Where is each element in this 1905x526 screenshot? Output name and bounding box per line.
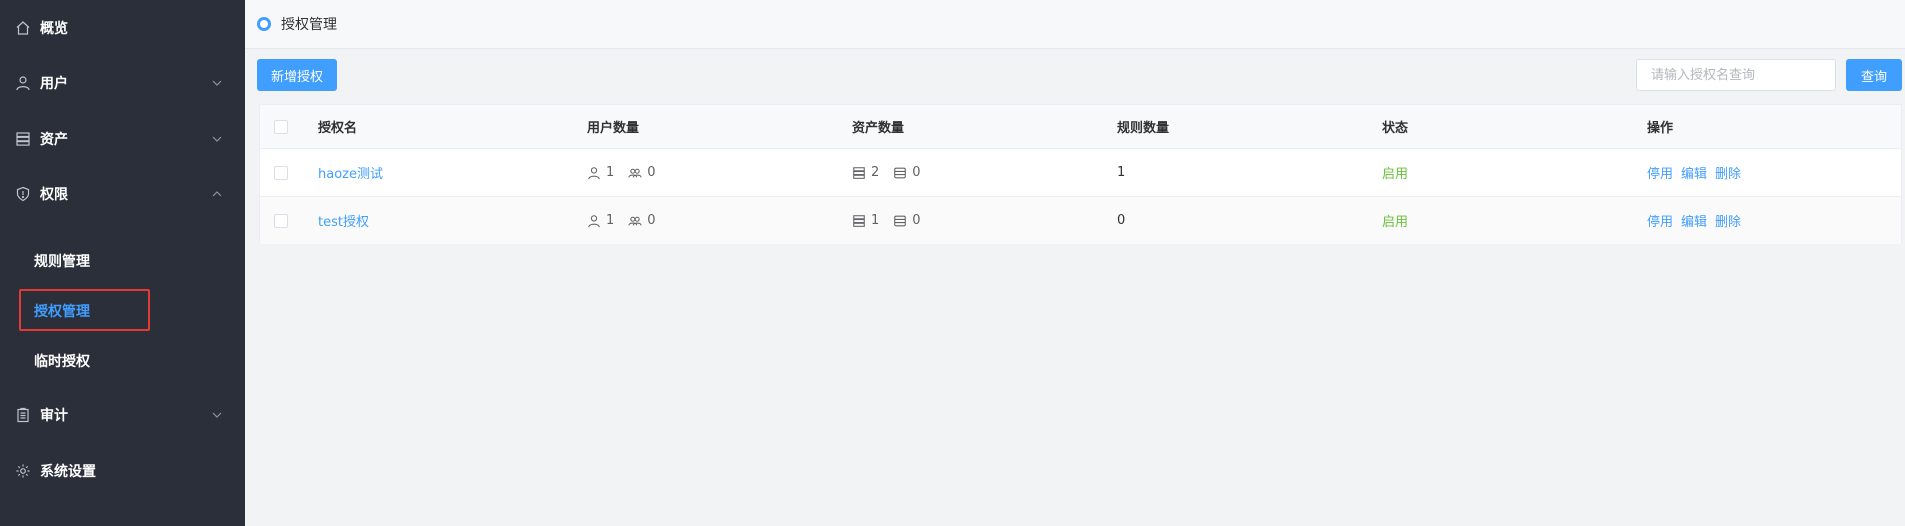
asset-count: 1 — [852, 213, 879, 228]
row-checkbox[interactable] — [274, 165, 288, 180]
gear-icon — [15, 463, 31, 479]
submenu-item-label: 临时授权 — [34, 354, 90, 370]
edit-button[interactable]: 编辑 — [1681, 211, 1707, 230]
page-title: 授权管理 — [281, 17, 337, 33]
disable-button[interactable]: 停用 — [1647, 163, 1673, 182]
user-count-value: 1 — [606, 165, 615, 180]
query-button[interactable]: 查询 — [1846, 59, 1902, 91]
sidebar-item-permissions[interactable]: 权限 — [0, 166, 245, 222]
edit-button[interactable]: 编辑 — [1681, 163, 1707, 182]
user-group-icon — [628, 216, 642, 226]
circle-icon — [257, 17, 271, 31]
sidebar-item-label: 审计 — [40, 408, 68, 424]
user-count: 1 — [587, 165, 614, 180]
server-icon — [853, 214, 865, 227]
user-icon — [588, 166, 600, 179]
authorization-table: 授权名 用户数量 资产数量 规则数量 状态 操作 haoze测试 1 0 2 0… — [259, 104, 1902, 244]
sidebar-item-label: 概览 — [40, 21, 68, 37]
user-icon — [588, 214, 600, 227]
sidebar: 概览 用户 资产 权限 规则管理 授权管理 临时授权 审计 系统设置 — [0, 0, 245, 526]
database-icon — [894, 167, 907, 178]
rule-count: 0 — [1117, 213, 1126, 228]
chevron-down-icon — [211, 77, 223, 89]
user-count-value: 1 — [606, 213, 615, 228]
asset-count: 2 — [852, 165, 879, 180]
chevron-down-icon — [211, 409, 223, 421]
column-header-assets: 资产数量 — [852, 121, 905, 136]
select-all-checkbox[interactable] — [274, 119, 288, 134]
user-group-count: 0 — [628, 165, 656, 180]
shield-icon — [15, 186, 31, 202]
sidebar-item-label: 系统设置 — [40, 464, 96, 480]
submenu-item-temporary[interactable]: 临时授权 — [0, 336, 245, 386]
user-group-count: 0 — [628, 213, 656, 228]
asset-group-count: 0 — [893, 165, 921, 180]
submenu-item-rules[interactable]: 规则管理 — [0, 236, 245, 286]
row-checkbox[interactable] — [274, 213, 288, 228]
server-icon — [853, 166, 865, 179]
chevron-up-icon — [211, 188, 223, 200]
column-header-name: 授权名 — [318, 121, 358, 136]
asset-count-value: 2 — [871, 165, 880, 180]
database-icon — [894, 215, 907, 226]
sidebar-item-label: 资产 — [40, 132, 68, 148]
sidebar-item-label: 用户 — [40, 76, 68, 92]
submenu-item-label: 授权管理 — [34, 304, 90, 320]
column-header-actions: 操作 — [1647, 121, 1674, 136]
table-row: haoze测试 1 0 2 0 1 启用 停用 编辑 删除 — [260, 149, 1901, 197]
column-header-users: 用户数量 — [587, 121, 640, 136]
home-icon — [15, 20, 31, 36]
rule-count: 1 — [1117, 165, 1126, 180]
sidebar-item-overview[interactable]: 概览 — [0, 0, 245, 56]
submenu-item-authorization[interactable]: 授权管理 — [0, 286, 245, 336]
user-group-count-value: 0 — [647, 213, 656, 228]
sidebar-item-settings[interactable]: 系统设置 — [0, 443, 245, 499]
authorization-name-link[interactable]: haoze测试 — [318, 163, 383, 182]
sidebar-item-users[interactable]: 用户 — [0, 55, 245, 111]
table-header: 授权名 用户数量 资产数量 规则数量 状态 操作 — [260, 105, 1901, 149]
delete-button[interactable]: 删除 — [1715, 163, 1741, 182]
user-group-icon — [628, 168, 642, 178]
asset-group-count-value: 0 — [912, 165, 921, 180]
sidebar-item-audit[interactable]: 审计 — [0, 387, 245, 443]
add-authorization-button[interactable]: 新增授权 — [257, 59, 337, 91]
user-group-count-value: 0 — [647, 165, 656, 180]
user-count: 1 — [587, 213, 614, 228]
sidebar-item-label: 权限 — [40, 187, 68, 203]
status-badge: 启用 — [1382, 167, 1409, 182]
status-badge: 启用 — [1382, 215, 1409, 230]
asset-count-value: 1 — [871, 213, 880, 228]
table-row: test授权 1 0 1 0 0 启用 停用 编辑 删除 — [260, 197, 1901, 244]
column-header-rules: 规则数量 — [1117, 121, 1170, 136]
sidebar-item-assets[interactable]: 资产 — [0, 111, 245, 167]
user-icon — [15, 75, 31, 91]
delete-button[interactable]: 删除 — [1715, 211, 1741, 230]
authorization-name-link[interactable]: test授权 — [318, 211, 369, 230]
chevron-down-icon — [211, 133, 223, 145]
server-icon — [15, 131, 31, 147]
asset-group-count: 0 — [893, 213, 921, 228]
search-input[interactable] — [1636, 59, 1836, 91]
asset-group-count-value: 0 — [912, 213, 921, 228]
page-header: 授权管理 — [245, 0, 1905, 49]
disable-button[interactable]: 停用 — [1647, 211, 1673, 230]
column-header-status: 状态 — [1382, 121, 1409, 136]
clipboard-icon — [15, 407, 31, 423]
submenu-item-label: 规则管理 — [34, 254, 90, 270]
